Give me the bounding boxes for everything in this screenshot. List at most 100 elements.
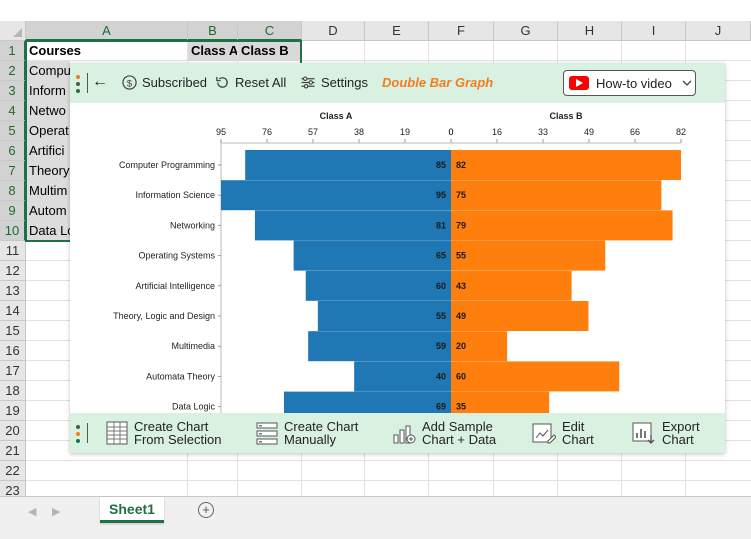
column-header-c[interactable]: C xyxy=(238,21,302,41)
create-chart-from-selection-button[interactable]: Create Chart From Selection xyxy=(106,420,221,446)
row-header-5[interactable]: 5 xyxy=(0,121,26,141)
cell-header-2[interactable]: Class B xyxy=(238,41,301,61)
export-chart-button[interactable]: Export Chart xyxy=(632,420,700,446)
cell-header-0[interactable]: Courses xyxy=(26,41,187,61)
settings-button[interactable]: Settings xyxy=(300,75,368,90)
row-header-12[interactable]: 12 xyxy=(0,261,26,281)
row-header-20[interactable]: 20 xyxy=(0,421,26,441)
column-header-e[interactable]: E xyxy=(365,21,429,41)
row-header-6[interactable]: 6 xyxy=(0,141,26,161)
dollar-circle-icon: $ xyxy=(122,75,137,90)
right-tick-label: 66 xyxy=(630,127,640,137)
left-tick-label: 95 xyxy=(216,127,226,137)
cell-course-name[interactable]: Compu xyxy=(26,61,70,81)
data-label-class-b: 43 xyxy=(456,281,466,291)
bar-class-a xyxy=(221,180,451,211)
sliders-icon xyxy=(301,76,315,89)
data-label-class-b: 75 xyxy=(456,190,466,200)
sheet-tab-sheet1[interactable]: Sheet1 xyxy=(100,497,164,523)
reset-all-button[interactable]: Reset All xyxy=(215,75,286,90)
data-label-class-a: 65 xyxy=(436,251,446,261)
row-header-4[interactable]: 4 xyxy=(0,101,26,121)
series-title-class-b: Class B xyxy=(549,111,583,121)
cell-course-name[interactable]: Inform xyxy=(26,81,70,101)
row-header-13[interactable]: 13 xyxy=(0,281,26,301)
edit-chart-icon xyxy=(532,423,556,444)
data-label-class-b: 82 xyxy=(456,160,466,170)
column-header-j[interactable]: J xyxy=(686,21,751,41)
category-label: Networking xyxy=(170,220,215,230)
row-header-19[interactable]: 19 xyxy=(0,401,26,421)
row-header-1[interactable]: 1 xyxy=(0,41,26,61)
bar-class-a xyxy=(305,270,451,301)
cell-course-name[interactable]: Data Lo xyxy=(26,221,70,241)
column-header-a[interactable]: A xyxy=(26,21,188,41)
row-header-10[interactable]: 10 xyxy=(0,221,26,241)
row-header-22[interactable]: 22 xyxy=(0,461,26,481)
row-header-18[interactable]: 18 xyxy=(0,381,26,401)
cell-course-name[interactable]: Operat xyxy=(26,121,70,141)
add-sheet-button[interactable]: + xyxy=(198,502,214,518)
cell-course-name[interactable]: Multim xyxy=(26,181,70,201)
category-label: Automata Theory xyxy=(146,371,215,381)
row-header-9[interactable]: 9 xyxy=(0,201,26,221)
next-sheet-icon[interactable]: ▶ xyxy=(52,505,60,518)
category-label: Computer Programming xyxy=(119,160,215,170)
right-tick-label: 49 xyxy=(584,127,594,137)
row-header-15[interactable]: 15 xyxy=(0,321,26,341)
data-label-class-a: 81 xyxy=(436,220,446,230)
row-header-2[interactable]: 2 xyxy=(0,61,26,81)
row-header-16[interactable]: 16 xyxy=(0,341,26,361)
column-header-h[interactable]: H xyxy=(558,21,622,41)
drag-handle-icon[interactable] xyxy=(76,425,80,443)
column-header-f[interactable]: F xyxy=(429,21,494,41)
create-chart-manually-button[interactable]: Create Chart Manually xyxy=(256,420,358,446)
export-chart-icon xyxy=(632,422,655,444)
left-tick-label: 76 xyxy=(262,127,272,137)
back-arrow-icon: ← xyxy=(92,73,108,90)
data-label-class-a: 69 xyxy=(436,402,446,412)
cell-course-name[interactable]: Theory xyxy=(26,161,70,181)
row-header-14[interactable]: 14 xyxy=(0,301,26,321)
column-header-b[interactable]: B xyxy=(188,21,238,41)
row-header-8[interactable]: 8 xyxy=(0,181,26,201)
bar-class-a xyxy=(254,210,451,241)
cell-course-name[interactable]: Autom xyxy=(26,201,70,221)
category-label: Multimedia xyxy=(171,341,215,351)
double-bar-chart: Class A Class B95 76 57 38 19 00 16 33 49 66 82Comp… xyxy=(113,111,686,413)
data-label-class-b: 49 xyxy=(456,311,466,321)
svg-text:$: $ xyxy=(127,78,133,88)
row-header-21[interactable]: 21 xyxy=(0,441,26,461)
row-header-11[interactable]: 11 xyxy=(0,241,26,261)
column-header-g[interactable]: G xyxy=(494,21,558,41)
row-header-3[interactable]: 3 xyxy=(0,81,26,101)
category-label: Data Logic xyxy=(172,402,216,412)
right-tick-label: 0 xyxy=(448,127,453,137)
subscribed-button[interactable]: $ Subscribed xyxy=(122,75,207,90)
select-all-corner[interactable] xyxy=(0,21,26,41)
table-grid-icon xyxy=(106,421,128,445)
left-tick-label: 38 xyxy=(354,127,364,137)
add-sample-chart-button[interactable]: Add Sample Chart + Data xyxy=(392,420,496,446)
add-sample-line2: Chart + Data xyxy=(422,432,497,447)
data-label-class-b: 20 xyxy=(456,341,466,351)
cell-course-name[interactable]: Artifici xyxy=(26,141,70,161)
cell-header-1[interactable]: Class A xyxy=(188,41,237,61)
edit-chart-button[interactable]: Edit Chart xyxy=(532,420,594,446)
drag-handle-icon[interactable] xyxy=(76,75,80,93)
bar-class-a xyxy=(283,391,451,413)
reset-icon xyxy=(216,76,228,88)
how-to-video-dropdown[interactable]: How-to video xyxy=(563,70,696,96)
prev-sheet-icon[interactable]: ◀ xyxy=(28,505,36,518)
cell-course-name[interactable]: Netwo xyxy=(26,101,70,121)
row-header-7[interactable]: 7 xyxy=(0,161,26,181)
category-label: Operating Systems xyxy=(138,251,215,261)
form-list-icon xyxy=(256,422,278,445)
back-button[interactable]: ← xyxy=(92,73,108,91)
row-header-17[interactable]: 17 xyxy=(0,361,26,381)
column-header-d[interactable]: D xyxy=(302,21,365,41)
chart-addin-panel: ← $ Subscribed Reset All Settings Double… xyxy=(70,63,725,453)
data-label-class-a: 59 xyxy=(436,341,446,351)
column-header-i[interactable]: I xyxy=(622,21,686,41)
left-tick-label: 19 xyxy=(400,127,410,137)
